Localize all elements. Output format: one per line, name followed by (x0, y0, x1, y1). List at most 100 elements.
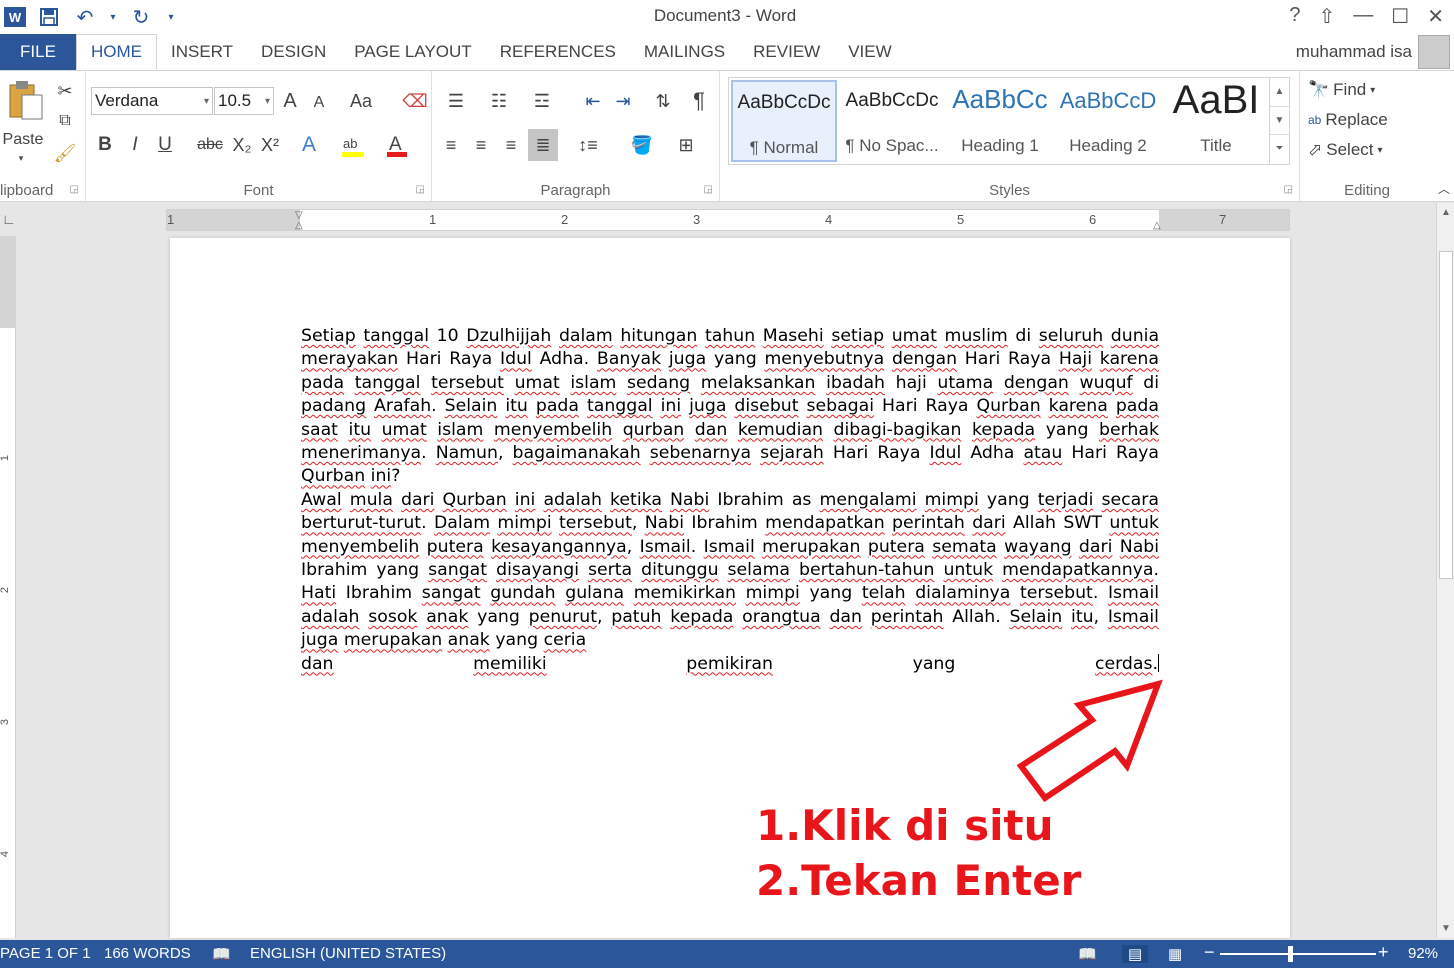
styles-launcher-icon[interactable]: ◲ (1284, 184, 1293, 195)
language-indicator[interactable]: ENGLISH (UNITED STATES) (250, 945, 446, 962)
find-button[interactable]: 🔭 Find ▾ (1308, 77, 1375, 103)
zoom-slider[interactable] (1220, 953, 1376, 955)
misspelled-word[interactable]: sejarah (760, 443, 824, 463)
misspelled-word[interactable]: umat (892, 326, 937, 346)
redo-icon[interactable]: ↻ (128, 4, 154, 30)
misspelled-word[interactable]: muslim (945, 326, 1008, 346)
misspelled-word[interactable]: tahun (705, 326, 755, 346)
tab-design[interactable]: DESIGN (247, 34, 340, 70)
misspelled-word[interactable]: anak (448, 630, 490, 650)
misspelled-word[interactable]: berhak (1099, 420, 1159, 440)
misspelled-word[interactable]: qurban (623, 420, 685, 440)
misspelled-word[interactable]: merayakan (301, 349, 398, 369)
misspelled-word[interactable]: dari (401, 490, 434, 510)
text-effects-icon[interactable]: A (298, 131, 320, 159)
justify-icon[interactable]: ≣ (528, 129, 558, 161)
misspelled-word[interactable]: menyembelih (301, 537, 419, 557)
scroll-down-icon[interactable]: ▼ (1441, 923, 1451, 934)
misspelled-word[interactable]: Idul (929, 443, 961, 463)
misspelled-word[interactable]: wuquf (1080, 373, 1133, 393)
misspelled-word[interactable]: juga (669, 349, 706, 369)
close-icon[interactable]: ✕ (1427, 4, 1444, 29)
misspelled-word[interactable]: dari (972, 513, 1005, 533)
misspelled-word[interactable]: untuk (943, 560, 993, 580)
italic-button[interactable]: I (124, 131, 146, 159)
misspelled-word[interactable]: islam (437, 420, 483, 440)
decrease-indent-icon[interactable]: ⇤ (580, 87, 606, 115)
align-left-icon[interactable]: ≡ (438, 131, 464, 159)
misspelled-word[interactable]: Ismail (640, 537, 691, 557)
misspelled-word[interactable]: Nabi (645, 513, 684, 533)
misspelled-word[interactable]: berturut-turut (301, 513, 421, 533)
paste-button[interactable]: Paste (0, 129, 46, 151)
misspelled-word[interactable]: ini (371, 466, 392, 486)
collapse-ribbon-icon[interactable]: ︿ (1438, 180, 1450, 197)
change-case-button[interactable]: Aa (344, 87, 378, 115)
misspelled-word[interactable]: untuk (1109, 513, 1159, 533)
tab-file[interactable]: FILE (0, 34, 76, 70)
misspelled-word[interactable]: Ismail (1108, 583, 1159, 603)
misspelled-word[interactable]: adalah (301, 607, 360, 627)
vertical-ruler[interactable]: 1 2 3 4 (0, 236, 16, 938)
misspelled-word[interactable]: dan (695, 420, 728, 440)
align-right-icon[interactable]: ≡ (498, 131, 524, 159)
multilevel-list-icon[interactable]: ☲ (524, 87, 560, 115)
misspelled-word[interactable]: itu (1071, 607, 1094, 627)
styles-gallery-scroll[interactable]: ▲ ▼ ⏷ (1269, 78, 1289, 164)
misspelled-word[interactable]: tanggal (355, 373, 421, 393)
misspelled-word[interactable]: sosok (368, 607, 417, 627)
misspelled-word[interactable]: putera (868, 537, 925, 557)
bullets-icon[interactable]: ☰ (440, 87, 472, 115)
misspelled-word[interactable]: mimpi (925, 490, 979, 510)
misspelled-word[interactable]: sangat (422, 583, 481, 603)
misspelled-word[interactable]: ceria (544, 630, 587, 650)
numbering-icon[interactable]: ☷ (482, 87, 516, 115)
misspelled-word[interactable]: menyebutnya (764, 349, 884, 369)
misspelled-word[interactable]: dibagi-bagikan (834, 420, 962, 440)
misspelled-word[interactable]: secara (1102, 490, 1159, 510)
misspelled-word[interactable]: karena (1100, 349, 1159, 369)
misspelled-word[interactable]: patuh (611, 607, 661, 627)
misspelled-word[interactable]: Qurban (301, 466, 365, 486)
misspelled-word[interactable]: sebenarnya (650, 443, 751, 463)
avatar[interactable] (1418, 35, 1450, 69)
paste-icon[interactable] (4, 77, 48, 125)
misspelled-word[interactable]: padang (301, 396, 366, 416)
increase-indent-icon[interactable]: ⇥ (610, 87, 636, 115)
misspelled-word[interactable]: tersebut (559, 513, 632, 533)
misspelled-word[interactable]: mimpi (497, 513, 551, 533)
misspelled-word[interactable]: bagaimanakah (513, 443, 641, 463)
page-indicator[interactable]: PAGE 1 OF 1 (0, 945, 91, 962)
undo-dropdown-icon[interactable]: ▾ (108, 4, 118, 30)
misspelled-word[interactable]: memiliki (473, 654, 547, 674)
misspelled-word[interactable]: Selain (445, 396, 498, 416)
misspelled-word[interactable]: mengalami (819, 490, 916, 510)
misspelled-word[interactable]: orangtua (742, 607, 821, 627)
misspelled-word[interactable]: merupakan (762, 537, 860, 557)
style-normal[interactable]: AaBbCcDc ¶ Normal (731, 80, 837, 162)
read-mode-icon[interactable]: 📖 (1078, 945, 1097, 963)
misspelled-word[interactable]: Ismail (1108, 607, 1159, 627)
web-layout-icon[interactable]: ▦ (1168, 945, 1182, 963)
misspelled-word[interactable]: pada (1116, 396, 1159, 416)
zoom-in-button[interactable]: + (1378, 942, 1389, 963)
scroll-up-icon[interactable]: ▲ (1441, 207, 1451, 218)
clear-formatting-icon[interactable]: ⌫ (402, 87, 428, 115)
sort-icon[interactable]: ⇅ (650, 87, 676, 115)
misspelled-word[interactable]: disebut (734, 396, 798, 416)
underline-button[interactable]: U (154, 131, 176, 159)
align-center-icon[interactable]: ≡ (468, 131, 494, 159)
misspelled-word[interactable]: kemudian (738, 420, 823, 440)
misspelled-word[interactable]: Awal (301, 490, 342, 510)
misspelled-word[interactable]: sebagai (806, 396, 874, 416)
save-icon[interactable] (36, 4, 62, 30)
misspelled-word[interactable]: Hati (301, 583, 336, 603)
misspelled-word[interactable]: kepada (670, 607, 733, 627)
misspelled-word[interactable]: perintah (871, 607, 944, 627)
misspelled-word[interactable]: setiap (831, 326, 884, 346)
misspelled-word[interactable]: Qurban (977, 396, 1041, 416)
misspelled-word[interactable]: utama (937, 373, 993, 393)
misspelled-word[interactable]: ini (661, 396, 682, 416)
misspelled-word[interactable]: dengan (1004, 373, 1069, 393)
zoom-out-button[interactable]: − (1204, 942, 1215, 963)
